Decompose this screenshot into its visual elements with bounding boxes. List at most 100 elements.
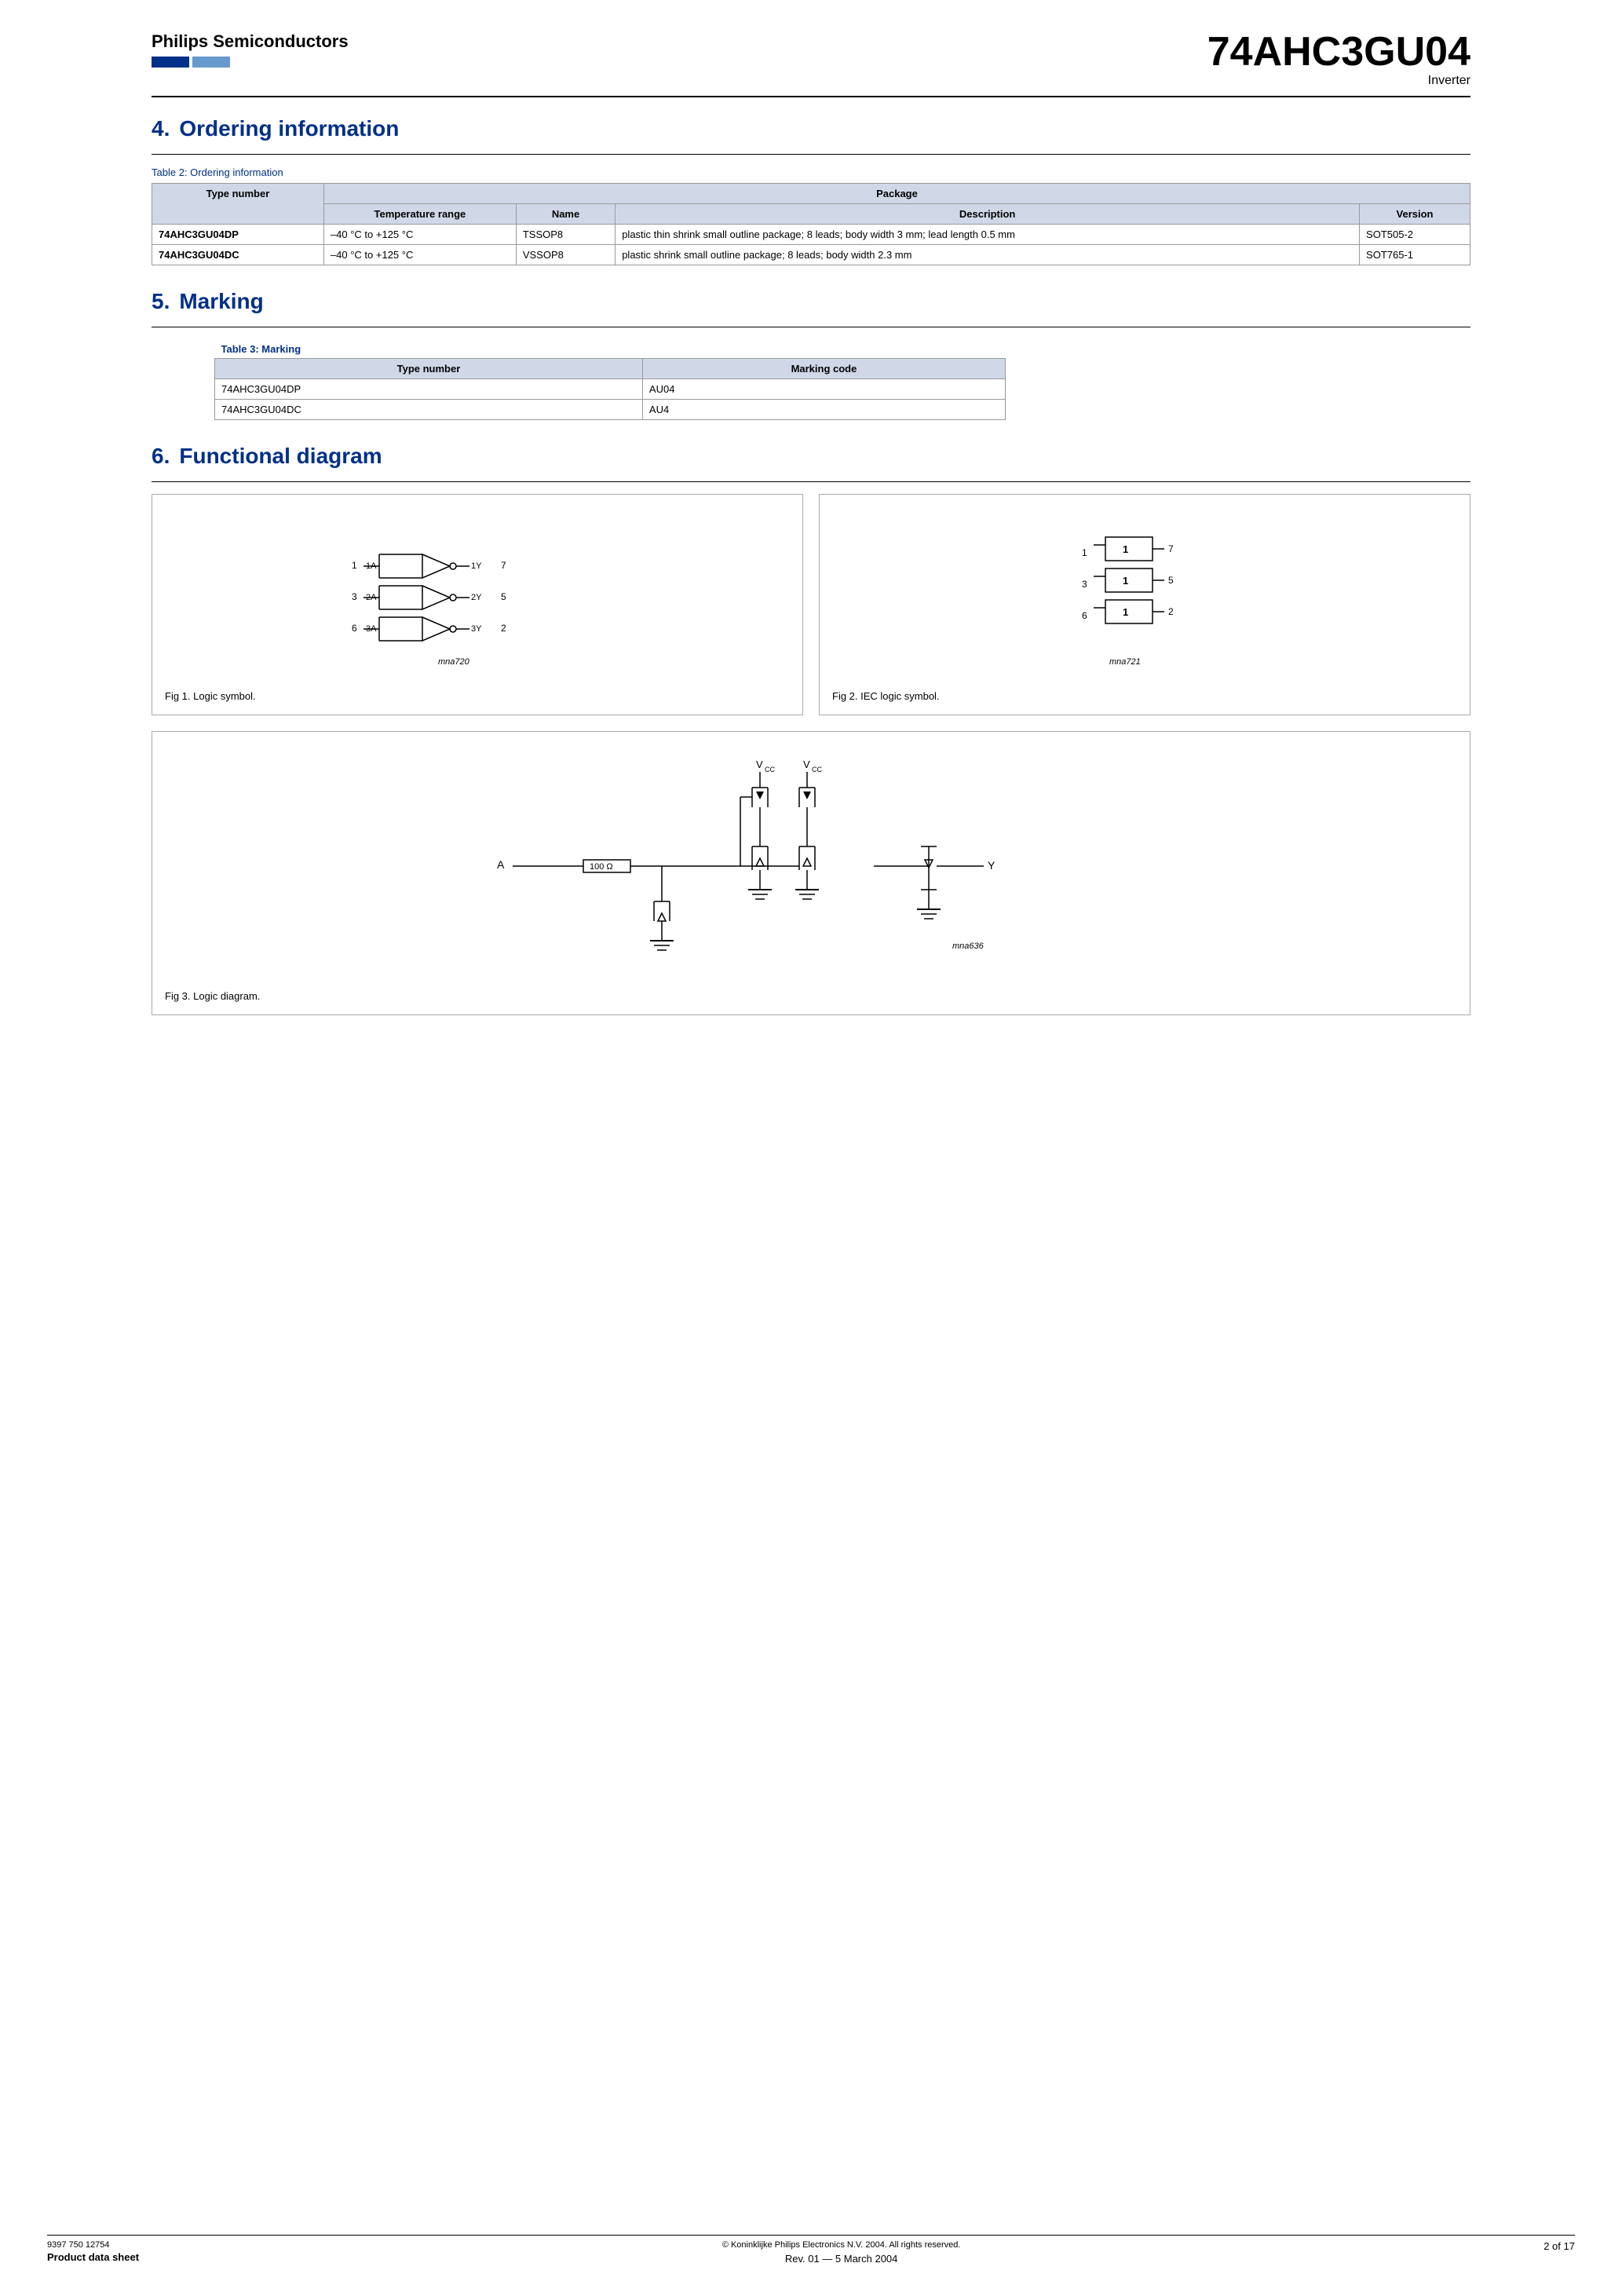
page-footer: 9397 750 12754 Product data sheet © Koni… bbox=[47, 2235, 1575, 2265]
section-ordering-title: 4. Ordering information bbox=[152, 116, 1470, 141]
footer-left: 9397 750 12754 Product data sheet bbox=[47, 2240, 139, 2263]
svg-text:1Y: 1Y bbox=[471, 561, 482, 571]
svg-text:V: V bbox=[756, 759, 763, 770]
ordering-type: 74AHC3GU04DP bbox=[152, 225, 324, 245]
marking-table: Table 3: Marking Type number Marking cod… bbox=[214, 339, 1006, 420]
svg-text:A: A bbox=[497, 858, 505, 871]
company-name: Philips Semiconductors bbox=[152, 31, 349, 52]
fig1-caption: Fig 1. Logic symbol. bbox=[165, 690, 790, 702]
ordering-table-label: Table 2: Ordering information bbox=[152, 166, 1470, 178]
functional-divider bbox=[152, 481, 1470, 482]
ordering-name: VSSOP8 bbox=[516, 245, 615, 265]
svg-text:CC: CC bbox=[765, 766, 775, 773]
section-marking-label: Marking bbox=[179, 289, 263, 314]
section-ordering-num: 4. bbox=[152, 116, 170, 141]
ordering-subcol-name: Name bbox=[516, 204, 615, 225]
svg-text:2Y: 2Y bbox=[471, 593, 482, 602]
marking-code: AU4 bbox=[642, 400, 1005, 420]
marking-col-type: Type number bbox=[215, 359, 643, 379]
doc-label: Product data sheet bbox=[47, 2251, 139, 2263]
logic-symbol-svg: 1 1A 1Y 7 3 2A bbox=[165, 507, 790, 680]
footer-revision: Rev. 01 — 5 March 2004 bbox=[722, 2253, 961, 2265]
figure-3: V CC V CC bbox=[152, 731, 1470, 1015]
header-right: 74AHC3GU04 Inverter bbox=[1207, 31, 1470, 88]
svg-text:1: 1 bbox=[1123, 575, 1128, 587]
marking-table-title: Table 3: Marking bbox=[215, 339, 1006, 359]
svg-text:3: 3 bbox=[1082, 579, 1087, 590]
svg-text:5: 5 bbox=[501, 591, 506, 602]
marking-type: 74AHC3GU04DP bbox=[215, 379, 643, 400]
ordering-divider bbox=[152, 154, 1470, 155]
ordering-subcol-desc: Description bbox=[616, 204, 1360, 225]
footer-content: 9397 750 12754 Product data sheet © Koni… bbox=[47, 2240, 1575, 2265]
section-marking: 5. Marking Table 3: Marking Type number … bbox=[152, 289, 1470, 420]
svg-text:1: 1 bbox=[1123, 606, 1128, 618]
bar-lightblue bbox=[192, 57, 230, 68]
figure-2: 1 1 7 3 1 5 6 1 bbox=[819, 494, 1470, 715]
svg-text:mna720: mna720 bbox=[438, 657, 470, 667]
table-row: 74AHC3GU04DP AU04 bbox=[215, 379, 1006, 400]
ordering-col-type: Type number bbox=[152, 184, 324, 225]
section-ordering-label: Ordering information bbox=[179, 116, 399, 141]
ordering-table: Type number Package Temperature range Na… bbox=[152, 183, 1470, 265]
footer-copyright: © Koninklijke Philips Electronics N.V. 2… bbox=[722, 2240, 961, 2250]
section-marking-title: 5. Marking bbox=[152, 289, 1470, 314]
section-functional-label: Functional diagram bbox=[179, 444, 382, 469]
table-row: 74AHC3GU04DC –40 °C to +125 °C VSSOP8 pl… bbox=[152, 245, 1470, 265]
svg-text:Y: Y bbox=[988, 859, 995, 872]
fig2-caption: Fig 2. IEC logic symbol. bbox=[832, 690, 1457, 702]
ordering-name: TSSOP8 bbox=[516, 225, 615, 245]
svg-text:2: 2 bbox=[501, 623, 506, 634]
svg-text:mna636: mna636 bbox=[952, 941, 985, 951]
svg-text:mna721: mna721 bbox=[1109, 657, 1141, 667]
figures-row-1: 1 1A 1Y 7 3 2A bbox=[152, 494, 1470, 715]
color-bars bbox=[152, 57, 349, 68]
svg-text:6: 6 bbox=[1082, 610, 1087, 621]
ordering-version: SOT505-2 bbox=[1360, 225, 1470, 245]
ordering-col-package: Package bbox=[323, 184, 1470, 204]
marking-type: 74AHC3GU04DC bbox=[215, 400, 643, 420]
ordering-temp: –40 °C to +125 °C bbox=[323, 225, 516, 245]
ordering-desc: plastic thin shrink small outline packag… bbox=[616, 225, 1360, 245]
section-ordering: 4. Ordering information Table 2: Orderin… bbox=[152, 116, 1470, 265]
svg-text:3: 3 bbox=[352, 591, 357, 602]
marking-code: AU04 bbox=[642, 379, 1005, 400]
fig3-caption: Fig 3. Logic diagram. bbox=[165, 990, 1457, 1002]
section-functional-title: 6. Functional diagram bbox=[152, 444, 1470, 469]
bar-blue bbox=[152, 57, 189, 68]
footer-page: 2 of 17 bbox=[1543, 2240, 1575, 2252]
svg-text:100 Ω: 100 Ω bbox=[590, 862, 613, 872]
part-number: 74AHC3GU04 bbox=[1207, 31, 1470, 72]
svg-text:1: 1 bbox=[352, 560, 357, 571]
marking-col-code: Marking code bbox=[642, 359, 1005, 379]
svg-text:1: 1 bbox=[1123, 543, 1128, 555]
header-divider bbox=[152, 96, 1470, 97]
ordering-subcol-temp: Temperature range bbox=[323, 204, 516, 225]
svg-text:1: 1 bbox=[1082, 547, 1087, 558]
svg-text:5: 5 bbox=[1168, 575, 1174, 586]
ordering-type: 74AHC3GU04DC bbox=[152, 245, 324, 265]
iec-symbol-svg: 1 1 7 3 1 5 6 1 bbox=[832, 507, 1457, 680]
svg-text:CC: CC bbox=[812, 766, 822, 773]
section-functional-num: 6. bbox=[152, 444, 170, 469]
table-row: 74AHC3GU04DC AU4 bbox=[215, 400, 1006, 420]
footer-center: © Koninklijke Philips Electronics N.V. 2… bbox=[722, 2240, 961, 2265]
ordering-desc: plastic shrink small outline package; 8 … bbox=[616, 245, 1360, 265]
subtitle: Inverter bbox=[1207, 74, 1470, 88]
section-functional: 6. Functional diagram 1 1 A bbox=[152, 444, 1470, 1015]
ordering-temp: –40 °C to +125 °C bbox=[323, 245, 516, 265]
page-header: Philips Semiconductors 74AHC3GU04 Invert… bbox=[152, 31, 1470, 88]
doc-number: 9397 750 12754 bbox=[47, 2240, 139, 2250]
table-row: 74AHC3GU04DP –40 °C to +125 °C TSSOP8 pl… bbox=[152, 225, 1470, 245]
figure-1: 1 1A 1Y 7 3 2A bbox=[152, 494, 803, 715]
footer-line bbox=[47, 2235, 1575, 2236]
section-marking-num: 5. bbox=[152, 289, 170, 314]
svg-text:2: 2 bbox=[1168, 606, 1174, 617]
svg-text:6: 6 bbox=[352, 623, 357, 634]
header-left: Philips Semiconductors bbox=[152, 31, 349, 71]
svg-text:7: 7 bbox=[501, 560, 506, 571]
logic-diagram-svg: V CC V CC bbox=[165, 744, 1457, 980]
svg-text:3Y: 3Y bbox=[471, 624, 482, 634]
ordering-version: SOT765-1 bbox=[1360, 245, 1470, 265]
svg-text:V: V bbox=[803, 759, 810, 770]
